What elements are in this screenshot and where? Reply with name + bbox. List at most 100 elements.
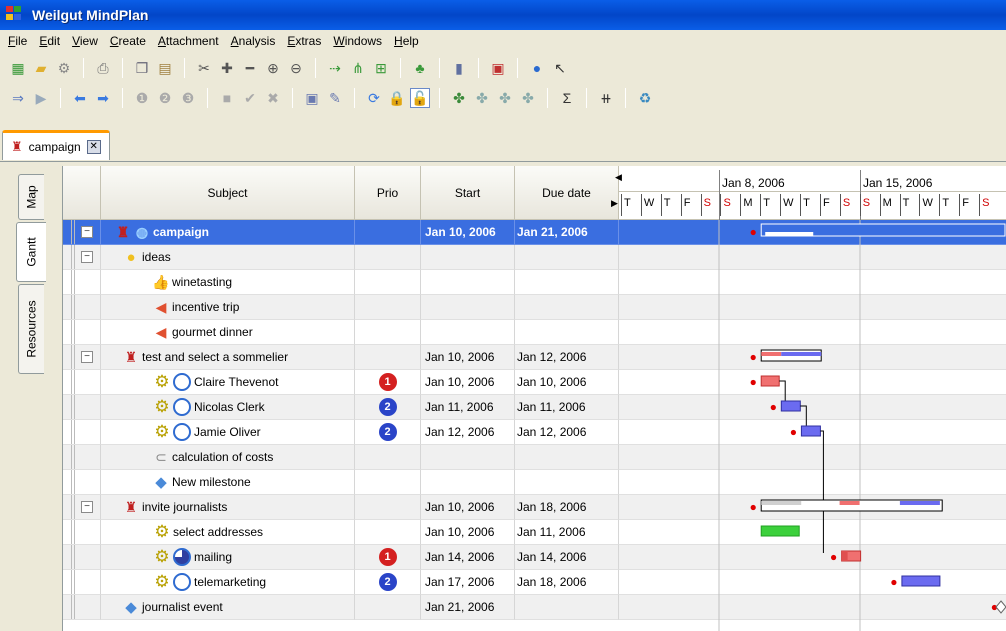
prio-cell[interactable]: 1 [355, 370, 421, 395]
note-icon[interactable]: ▣ [302, 88, 322, 108]
due-date-cell[interactable] [515, 595, 619, 620]
prio-cell[interactable]: 1 [355, 545, 421, 570]
due-date-cell[interactable] [515, 295, 619, 320]
menu-view[interactable]: View [66, 34, 104, 48]
prio-cell[interactable] [355, 220, 421, 245]
prio-cell[interactable] [355, 595, 421, 620]
collapse-toggle[interactable]: − [81, 501, 93, 513]
start-date-cell[interactable]: Jan 10, 2006 [421, 220, 515, 245]
start-date-cell[interactable]: Jan 10, 2006 [421, 370, 515, 395]
help-icon[interactable]: ● [527, 58, 547, 78]
start-date-cell[interactable]: Jan 17, 2006 [421, 570, 515, 595]
start-date-cell[interactable] [421, 270, 515, 295]
branch-icon[interactable]: ⋔ [348, 58, 368, 78]
context-help-icon[interactable]: ↖ [550, 58, 570, 78]
subject-cell[interactable]: ◀ incentive trip [101, 295, 355, 320]
unlock-icon[interactable]: 🔓 [410, 88, 430, 108]
start-date-cell[interactable]: Jan 10, 2006 [421, 345, 515, 370]
start-date-cell[interactable] [421, 320, 515, 345]
add-subtopic-icon[interactable]: ⊕ [263, 58, 283, 78]
tab-campaign[interactable]: ♜ campaign ✕ [2, 130, 110, 160]
menu-attachment[interactable]: Attachment [152, 34, 225, 48]
subject-cell[interactable]: ⚙ Jamie Oliver [101, 420, 355, 445]
prio-cell[interactable] [355, 445, 421, 470]
remove-topic-icon[interactable]: ━ [240, 58, 260, 78]
menu-file[interactable]: File [2, 34, 33, 48]
header-due-date[interactable]: Due date [515, 166, 619, 220]
resource-3-icon[interactable]: ✤ [495, 88, 515, 108]
tree-icon[interactable]: ⊞ [371, 58, 391, 78]
priority-3-icon[interactable]: ❸ [178, 88, 198, 108]
subject-cell[interactable]: ♜ ◍ campaign [101, 220, 355, 245]
due-date-cell[interactable]: Jan 11, 2006 [515, 520, 619, 545]
sum-icon[interactable]: Σ [557, 88, 577, 108]
subject-cell[interactable]: ⚙ Claire Thevenot [101, 370, 355, 395]
subject-cell[interactable]: ⚙ Nicolas Clerk [101, 395, 355, 420]
open-folder-icon[interactable]: ▰ [31, 58, 51, 78]
due-date-cell[interactable] [515, 320, 619, 345]
prio-cell[interactable] [355, 345, 421, 370]
resource-2-icon[interactable]: ✤ [472, 88, 492, 108]
close-icon[interactable]: ✕ [86, 139, 101, 154]
subject-cell[interactable]: ⊂ calculation of costs [101, 445, 355, 470]
save-icon[interactable]: ⚙ [54, 58, 74, 78]
tab-resources[interactable]: Resources [18, 284, 44, 374]
prio-cell[interactable] [355, 470, 421, 495]
collapse-toggle[interactable]: − [81, 226, 93, 238]
header-subject[interactable]: Subject [101, 166, 355, 220]
new-map-icon[interactable]: ▦ [8, 58, 28, 78]
scroll-right-icon[interactable]: ▶ [611, 198, 618, 209]
menu-extras[interactable]: Extras [281, 34, 327, 48]
due-date-cell[interactable] [515, 245, 619, 270]
prio-cell[interactable] [355, 245, 421, 270]
database-icon[interactable]: ▮ [449, 58, 469, 78]
start-date-cell[interactable]: Jan 11, 2006 [421, 395, 515, 420]
start-date-cell[interactable]: Jan 10, 2006 [421, 520, 515, 545]
subject-cell[interactable]: ⚙ mailing [101, 545, 355, 570]
resource-icon[interactable]: ✤ [449, 88, 469, 108]
priority-2-icon[interactable]: ❷ [155, 88, 175, 108]
subject-cell[interactable]: ⚙ select addresses [101, 520, 355, 545]
check-icon[interactable]: ✔ [240, 88, 260, 108]
menu-create[interactable]: Create [104, 34, 152, 48]
add-topic-icon[interactable]: ✚ [217, 58, 237, 78]
due-date-cell[interactable]: Jan 12, 2006 [515, 345, 619, 370]
prio-cell[interactable]: 2 [355, 570, 421, 595]
subject-cell[interactable]: 👍 winetasting [101, 270, 355, 295]
scroll-left-icon[interactable]: ◀ [615, 172, 622, 183]
print-icon[interactable]: ⎙ [93, 58, 113, 78]
due-date-cell[interactable] [515, 270, 619, 295]
due-date-cell[interactable]: Jan 18, 2006 [515, 495, 619, 520]
subject-cell[interactable]: ◆ journalist event [101, 595, 355, 620]
subject-cell[interactable]: ♜ test and select a sommelier [101, 345, 355, 370]
due-date-cell[interactable]: Jan 21, 2006 [515, 220, 619, 245]
start-date-cell[interactable] [421, 295, 515, 320]
due-date-cell[interactable]: Jan 18, 2006 [515, 570, 619, 595]
forward-filter-icon[interactable]: ▶ [31, 88, 51, 108]
start-date-cell[interactable] [421, 470, 515, 495]
subject-cell[interactable]: ◆ New milestone [101, 470, 355, 495]
collapse-toggle[interactable]: − [81, 351, 93, 363]
prio-cell[interactable] [355, 520, 421, 545]
start-date-cell[interactable]: Jan 10, 2006 [421, 495, 515, 520]
due-date-cell[interactable] [515, 445, 619, 470]
collapse-icon[interactable]: ⊖ [286, 58, 306, 78]
header-prio[interactable]: Prio [355, 166, 421, 220]
start-date-cell[interactable] [421, 445, 515, 470]
due-date-cell[interactable] [515, 470, 619, 495]
prio-cell[interactable] [355, 270, 421, 295]
edit-icon[interactable]: ✎ [325, 88, 345, 108]
priority-1-icon[interactable]: ❶ [132, 88, 152, 108]
lock-icon[interactable]: 🔒 [387, 88, 407, 108]
filter-icon[interactable]: ⇒ [8, 88, 28, 108]
subject-cell[interactable]: ⚙ telemarketing [101, 570, 355, 595]
due-date-cell[interactable]: Jan 12, 2006 [515, 420, 619, 445]
subject-cell[interactable]: ♜ invite journalists [101, 495, 355, 520]
header-start[interactable]: Start [421, 166, 515, 220]
start-date-cell[interactable]: Jan 12, 2006 [421, 420, 515, 445]
back-icon[interactable]: ⬅ [70, 88, 90, 108]
org-chart-icon[interactable]: ♣ [410, 58, 430, 78]
recycle-icon[interactable]: ♻ [635, 88, 655, 108]
cut-icon[interactable]: ✂ [194, 58, 214, 78]
copy-icon[interactable]: ❐ [132, 58, 152, 78]
